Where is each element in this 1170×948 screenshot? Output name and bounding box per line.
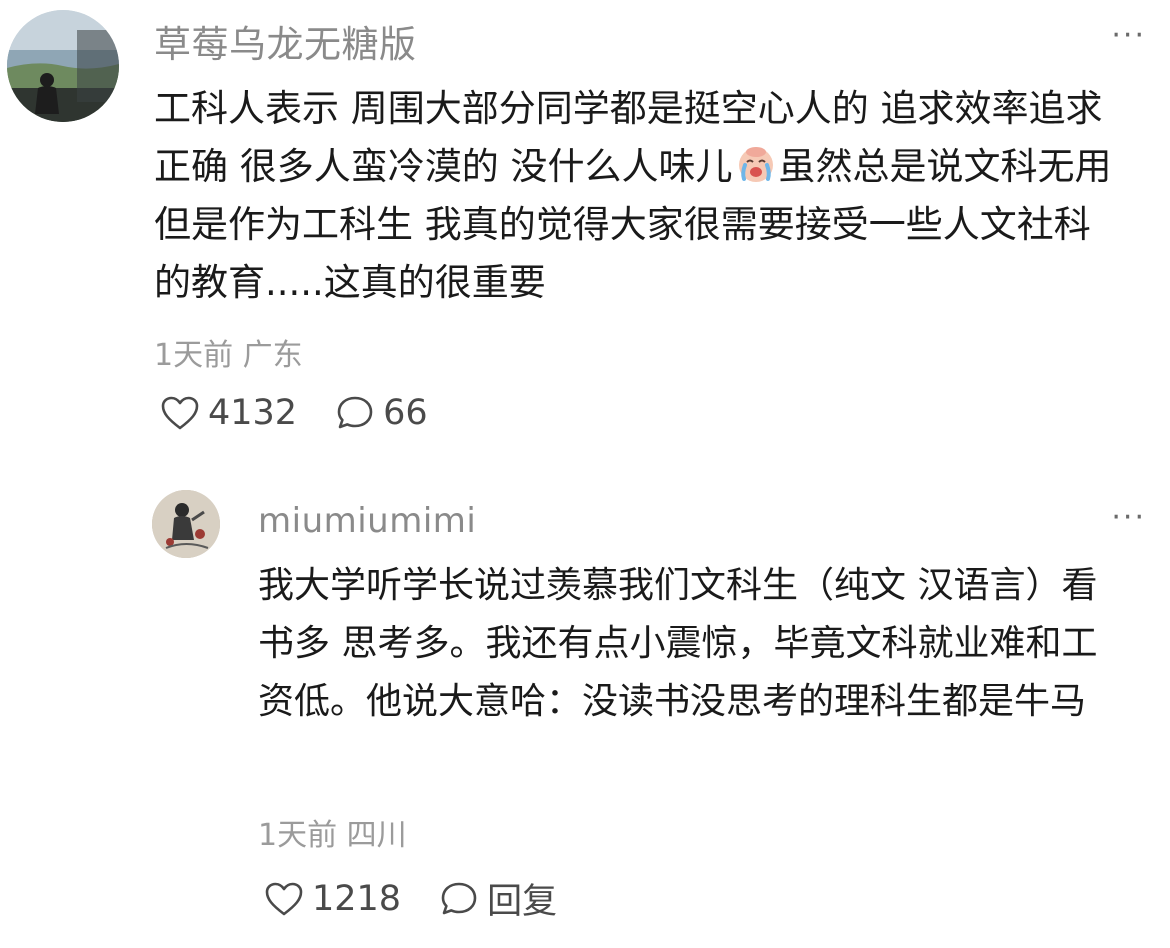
comment-bubble-icon [441, 882, 477, 914]
like-button[interactable]: 1218 [264, 879, 401, 919]
comment-thread: 草莓乌龙无糖版 ··· 工科人表示 周围大部分同学都是挺空心人的 追求效率追求正… [0, 0, 1170, 948]
crying-face-icon [738, 147, 773, 182]
like-button[interactable]: 4132 [160, 393, 297, 433]
comment-bubble-icon [337, 396, 373, 429]
reply-button[interactable]: 回复 [439, 873, 557, 924]
comment-actions: 1218 回复 [264, 873, 557, 924]
reply-label: 回复 [487, 882, 558, 922]
comment-meta: 1天前 广东 [154, 338, 303, 373]
comment-meta: 1天前 四川 [258, 818, 407, 853]
username[interactable]: miumiumimi [258, 501, 476, 541]
comment-text: 我大学听学长说过羡慕我们文科生（纯文 汉语言）看书多 思考多。我还有点小震惊，毕… [258, 565, 1098, 722]
comment-actions: 4132 66 [160, 393, 428, 433]
comment-item: 草莓乌龙无糖版 ··· 工科人表示 周围大部分同学都是挺空心人的 追求效率追求正… [0, 0, 1170, 470]
reply-button[interactable]: 66 [335, 393, 428, 433]
avatar-image [7, 10, 119, 122]
heart-icon [161, 396, 199, 430]
more-options-icon[interactable]: ··· [1111, 500, 1146, 535]
username[interactable]: 草莓乌龙无糖版 [154, 14, 417, 68]
like-count: 4132 [208, 393, 298, 433]
like-count: 1218 [312, 878, 402, 919]
comment-text: 工科人表示 周围大部分同学都是挺空心人的 追求效率追求正确 很多人蛮冷漠的 没什… [154, 80, 1119, 312]
reply-item: miumiumimi ··· 我大学听学长说过羡慕我们文科生（纯文 汉语言）看书… [0, 470, 1170, 948]
heart-icon [265, 882, 303, 915]
avatar[interactable] [7, 10, 119, 122]
avatar[interactable] [152, 490, 220, 558]
more-options-icon[interactable]: ··· [1111, 18, 1146, 53]
reply-count: 66 [383, 393, 428, 433]
avatar-image [152, 490, 220, 558]
